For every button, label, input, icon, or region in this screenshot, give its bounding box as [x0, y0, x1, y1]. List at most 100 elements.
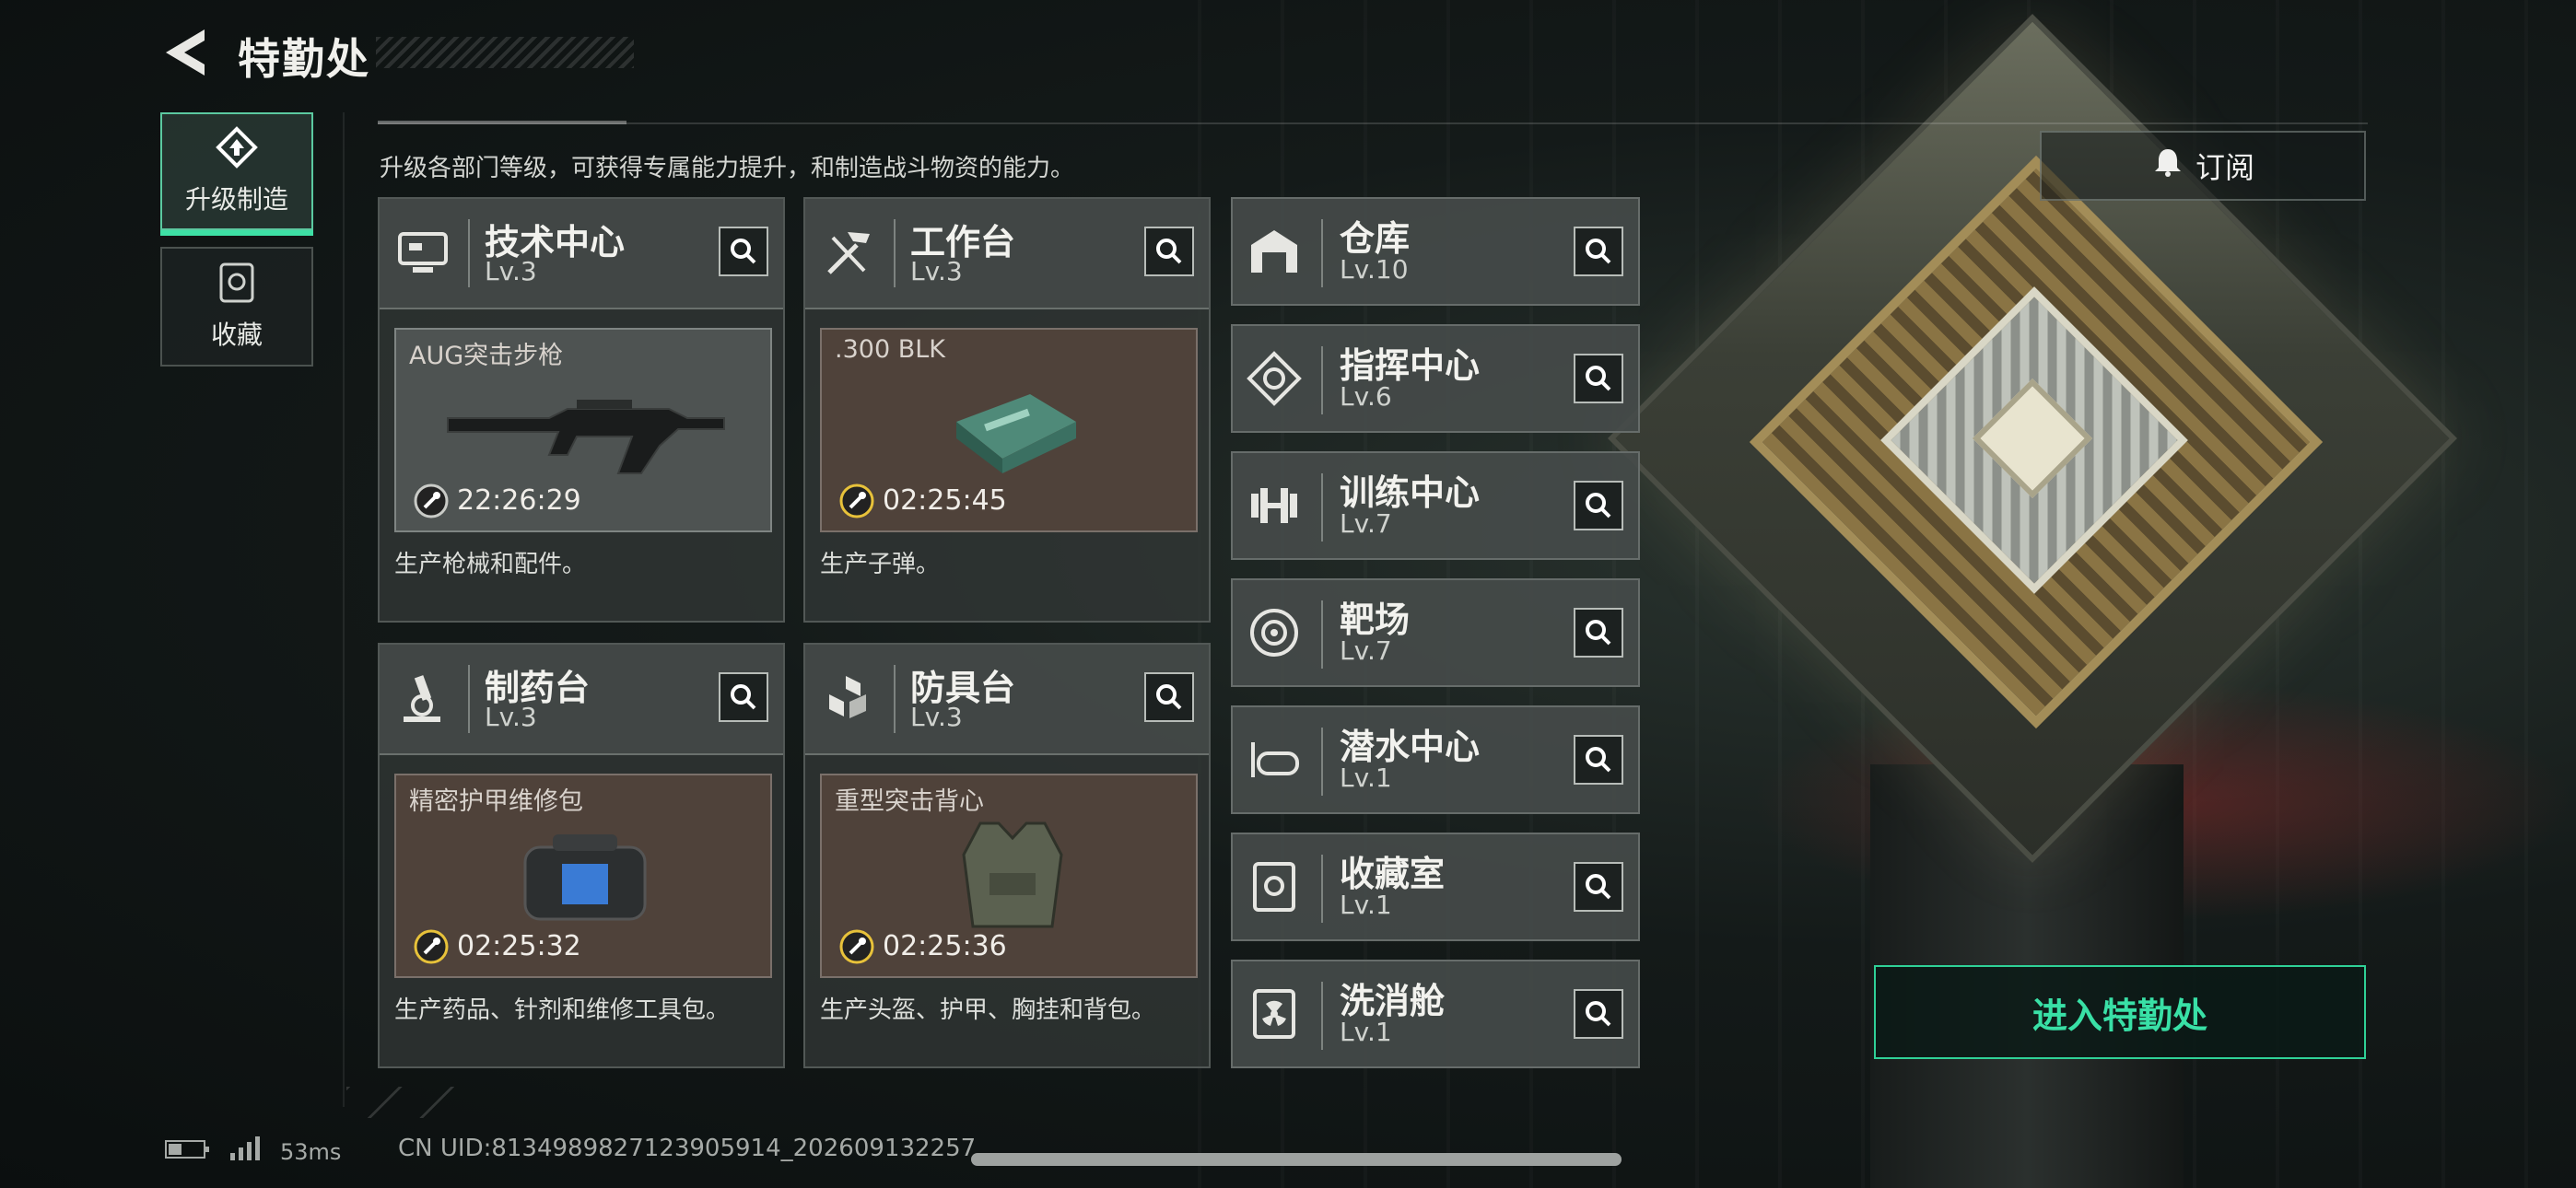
card-header: 制药台 Lv.3 [380, 645, 783, 755]
production-slot[interactable]: 重型突击背心 02:25:36 [820, 774, 1198, 978]
search-icon[interactable] [1574, 989, 1623, 1039]
facility-level: Lv.3 [485, 702, 537, 732]
title-decoration [376, 37, 634, 68]
upgrade-icon [214, 126, 260, 172]
search-icon[interactable] [1574, 608, 1623, 658]
warehouse-icon [1246, 223, 1303, 280]
production-timer: 02:25:36 [883, 930, 1007, 962]
search-icon[interactable] [1574, 481, 1623, 530]
divider [378, 122, 2368, 124]
bell-icon [2151, 146, 2184, 186]
search-icon[interactable] [719, 227, 768, 276]
vest-image [962, 821, 1063, 928]
facility-card-armor-bench[interactable]: 防具台 Lv.3 重型突击背心 02:25:36 生产头盔、护甲、胸挂和背包。 [803, 643, 1211, 1068]
home-indicator[interactable] [971, 1153, 1622, 1166]
facility-level: Lv.1 [1340, 890, 1392, 920]
facility-name: 洗消舱 [1340, 981, 1446, 1021]
facility-row-command-center[interactable]: 指挥中心 Lv.6 [1231, 324, 1640, 433]
search-icon[interactable] [1574, 354, 1623, 403]
back-arrow-icon[interactable] [162, 28, 208, 77]
divider-vertical [343, 112, 345, 1107]
facility-level: Lv.7 [1340, 508, 1392, 539]
subscribe-button[interactable]: 订阅 [2040, 131, 2366, 201]
production-item-name: .300 BLK [835, 335, 945, 364]
target-icon [1246, 604, 1303, 661]
battery-icon [164, 1138, 210, 1166]
radiation-icon [1246, 985, 1303, 1042]
computer-icon [394, 225, 451, 282]
search-icon[interactable] [1144, 227, 1194, 276]
facility-name: 潜水中心 [1340, 727, 1481, 767]
armor-parts-icon [820, 670, 877, 728]
facility-row-decontamination[interactable]: 洗消舱 Lv.1 [1231, 960, 1640, 1068]
tab-upgrade-craft[interactable]: 升级制造 [160, 112, 313, 236]
search-icon[interactable] [1574, 862, 1623, 912]
facility-card-tech-center[interactable]: 技术中心 Lv.3 AUG突击步枪 22:26:29 生产枪械和配件。 [378, 197, 785, 623]
facility-description: 生产头盔、护甲、胸挂和背包。 [820, 996, 1156, 1024]
facility-row-shooting-range[interactable]: 靶场 Lv.7 [1231, 578, 1640, 687]
production-slot[interactable]: AUG突击步枪 22:26:29 [394, 328, 772, 532]
vault-icon [1246, 858, 1303, 915]
facility-card-pharmacy[interactable]: 制药台 Lv.3 精密护甲维修包 02:25:32 生产药品、针剂和维修工具包。 [378, 643, 785, 1068]
rifle-image [447, 400, 725, 474]
collection-icon [218, 262, 255, 308]
production-item-name: AUG突击步枪 [409, 342, 564, 370]
enter-special-ops-button[interactable]: 进入特勤处 [1874, 965, 2366, 1059]
facility-level: Lv.7 [1340, 635, 1392, 666]
facility-level: Lv.1 [1340, 763, 1392, 793]
page-subtitle: 升级各部门等级，可获得专属能力提升，和制造战斗物资的能力。 [380, 155, 1075, 182]
ping-value: 53ms [280, 1139, 342, 1165]
production-timer: 22:26:29 [457, 484, 581, 517]
facility-name: 收藏室 [1340, 854, 1446, 894]
diving-mask-icon [1246, 731, 1303, 788]
wrench-clock-icon [413, 928, 450, 965]
facility-level: Lv.3 [910, 702, 963, 732]
tools-icon [820, 225, 877, 282]
divider-accent [378, 121, 626, 124]
facility-name: 训练中心 [1340, 472, 1481, 513]
facility-description: 生产药品、针剂和维修工具包。 [394, 996, 731, 1024]
facility-description: 生产枪械和配件。 [394, 551, 587, 578]
facility-description: 生产子弹。 [820, 551, 941, 578]
repair-kit-image [523, 834, 647, 921]
production-timer: 02:25:45 [883, 484, 1007, 517]
decoration [346, 1087, 466, 1118]
production-timer: 02:25:32 [457, 930, 581, 962]
tab-label: 收藏 [210, 320, 263, 350]
subscribe-label: 订阅 [2195, 150, 2254, 185]
tab-collection[interactable]: 收藏 [160, 247, 313, 367]
facility-level: Lv.1 [1340, 1017, 1392, 1047]
tab-label: 升级制造 [184, 184, 288, 215]
facility-level: Lv.10 [1340, 254, 1409, 285]
microscope-icon [394, 670, 451, 728]
command-icon [1246, 350, 1303, 407]
facility-level: Lv.6 [1340, 381, 1392, 412]
signal-icon [228, 1136, 262, 1168]
card-header: 技术中心 Lv.3 [380, 199, 783, 309]
facility-card-workbench[interactable]: 工作台 Lv.3 .300 BLK 02:25:45 生产子弹。 [803, 197, 1211, 623]
facility-level: Lv.3 [485, 256, 537, 286]
production-slot[interactable]: 精密护甲维修包 02:25:32 [394, 774, 772, 978]
search-icon[interactable] [1574, 735, 1623, 785]
facility-name: 指挥中心 [1340, 345, 1481, 386]
facility-row-training-center[interactable]: 训练中心 Lv.7 [1231, 451, 1640, 560]
user-uid: CN UID:8134989827123905914_202609132257 [398, 1135, 977, 1162]
facility-row-warehouse[interactable]: 仓库 Lv.10 [1231, 197, 1640, 306]
search-icon[interactable] [1144, 672, 1194, 722]
facility-row-diving-center[interactable]: 潜水中心 Lv.1 [1231, 705, 1640, 814]
search-icon[interactable] [719, 672, 768, 722]
wrench-clock-icon [838, 483, 875, 519]
search-icon[interactable] [1574, 227, 1623, 276]
production-item-name: 重型突击背心 [835, 787, 984, 816]
ammo-box-image [956, 394, 1076, 473]
facility-row-collection-room[interactable]: 收藏室 Lv.1 [1231, 833, 1640, 941]
facility-name: 仓库 [1340, 218, 1411, 259]
wrench-clock-icon [838, 928, 875, 965]
wrench-clock-icon [413, 483, 450, 519]
facility-level: Lv.3 [910, 256, 963, 286]
production-item-name: 精密护甲维修包 [409, 787, 583, 816]
card-header: 工作台 Lv.3 [805, 199, 1209, 309]
page-title: 特勤处 [238, 34, 370, 84]
production-slot[interactable]: .300 BLK 02:25:45 [820, 328, 1198, 532]
facility-name: 靶场 [1340, 600, 1411, 640]
